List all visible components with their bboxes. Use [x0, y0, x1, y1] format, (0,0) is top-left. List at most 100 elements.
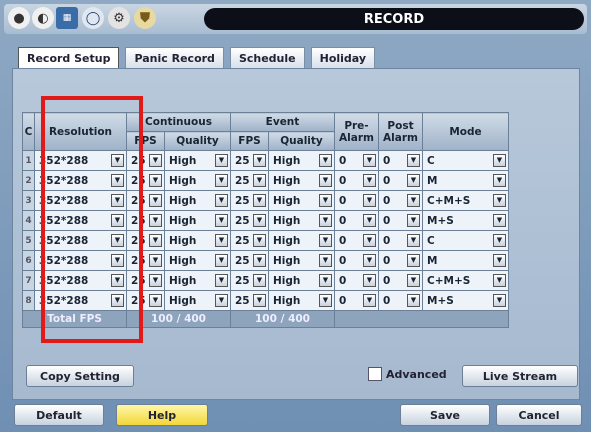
post-alarm-select-control[interactable]: 0 ▼: [379, 151, 422, 170]
mode-select[interactable]: M+S ▼: [422, 210, 509, 231]
tab-panic-record[interactable]: Panic Record: [125, 47, 224, 68]
continuous-quality-select-control[interactable]: High ▼: [165, 191, 230, 210]
continuous-fps-select[interactable]: 25 ▼: [126, 150, 165, 171]
pre-alarm-select[interactable]: 0 ▼: [334, 270, 379, 291]
mode-select[interactable]: C ▼: [422, 230, 509, 251]
event-quality-select-control[interactable]: High ▼: [269, 171, 334, 190]
resolution-select[interactable]: 352*288 ▼: [34, 150, 127, 171]
event-quality-select-control[interactable]: High ▼: [269, 291, 334, 310]
continuous-fps-select-control[interactable]: 25 ▼: [127, 171, 164, 190]
post-alarm-select[interactable]: 0 ▼: [378, 190, 423, 211]
resolution-select-control[interactable]: 352*288 ▼: [35, 231, 126, 250]
chevron-down-icon[interactable]: ▼: [407, 174, 420, 187]
mode-select[interactable]: M+S ▼: [422, 290, 509, 311]
event-fps-select[interactable]: 25 ▼: [230, 270, 269, 291]
chevron-down-icon[interactable]: ▼: [363, 294, 376, 307]
continuous-quality-select[interactable]: High ▼: [164, 170, 231, 191]
chevron-down-icon[interactable]: ▼: [319, 174, 332, 187]
post-alarm-select-control[interactable]: 0 ▼: [379, 211, 422, 230]
pre-alarm-select-control[interactable]: 0 ▼: [335, 231, 378, 250]
event-quality-select[interactable]: High ▼: [268, 150, 335, 171]
copy-setting-button[interactable]: Copy Setting: [26, 365, 134, 387]
mode-select-control[interactable]: M+S ▼: [423, 291, 508, 310]
chevron-down-icon[interactable]: ▼: [319, 234, 332, 247]
resolution-select[interactable]: 352*288 ▼: [34, 230, 127, 251]
chevron-down-icon[interactable]: ▼: [215, 254, 228, 267]
event-quality-select[interactable]: High ▼: [268, 210, 335, 231]
shield-icon[interactable]: ⛊: [134, 7, 156, 29]
chevron-down-icon[interactable]: ▼: [253, 154, 266, 167]
pre-alarm-select[interactable]: 0 ▼: [334, 250, 379, 271]
pre-alarm-select[interactable]: 0 ▼: [334, 230, 379, 251]
post-alarm-select-control[interactable]: 0 ▼: [379, 191, 422, 210]
continuous-quality-select-control[interactable]: High ▼: [165, 151, 230, 170]
event-fps-select-control[interactable]: 25 ▼: [231, 291, 268, 310]
chevron-down-icon[interactable]: ▼: [149, 294, 162, 307]
continuous-quality-select[interactable]: High ▼: [164, 210, 231, 231]
chevron-down-icon[interactable]: ▼: [215, 154, 228, 167]
event-fps-select[interactable]: 25 ▼: [230, 190, 269, 211]
chevron-down-icon[interactable]: ▼: [319, 154, 332, 167]
event-quality-select[interactable]: High ▼: [268, 170, 335, 191]
chevron-down-icon[interactable]: ▼: [363, 194, 376, 207]
event-fps-select-control[interactable]: 25 ▼: [231, 211, 268, 230]
chevron-down-icon[interactable]: ▼: [493, 294, 506, 307]
chevron-down-icon[interactable]: ▼: [493, 174, 506, 187]
chevron-down-icon[interactable]: ▼: [319, 254, 332, 267]
continuous-fps-select-control[interactable]: 25 ▼: [127, 191, 164, 210]
event-fps-select-control[interactable]: 25 ▼: [231, 171, 268, 190]
chevron-down-icon[interactable]: ▼: [319, 294, 332, 307]
continuous-fps-select-control[interactable]: 25 ▼: [127, 211, 164, 230]
chevron-down-icon[interactable]: ▼: [319, 274, 332, 287]
event-quality-select[interactable]: High ▼: [268, 230, 335, 251]
post-alarm-select-control[interactable]: 0 ▼: [379, 231, 422, 250]
mode-select-control[interactable]: M+S ▼: [423, 211, 508, 230]
event-quality-select[interactable]: High ▼: [268, 270, 335, 291]
chevron-down-icon[interactable]: ▼: [253, 194, 266, 207]
continuous-fps-select-control[interactable]: 25 ▼: [127, 151, 164, 170]
chevron-down-icon[interactable]: ▼: [407, 194, 420, 207]
continuous-quality-select-control[interactable]: High ▼: [165, 171, 230, 190]
tab-holiday[interactable]: Holiday: [310, 47, 376, 68]
resolution-select-control[interactable]: 352*288 ▼: [35, 291, 126, 310]
chevron-down-icon[interactable]: ▼: [493, 254, 506, 267]
chevron-down-icon[interactable]: ▼: [149, 254, 162, 267]
resolution-select[interactable]: 352*288 ▼: [34, 210, 127, 231]
continuous-fps-select-control[interactable]: 25 ▼: [127, 251, 164, 270]
event-fps-select-control[interactable]: 25 ▼: [231, 151, 268, 170]
chevron-down-icon[interactable]: ▼: [319, 194, 332, 207]
pre-alarm-select[interactable]: 0 ▼: [334, 150, 379, 171]
pre-alarm-select[interactable]: 0 ▼: [334, 290, 379, 311]
continuous-fps-select-control[interactable]: 25 ▼: [127, 271, 164, 290]
continuous-fps-select-control[interactable]: 25 ▼: [127, 231, 164, 250]
event-fps-select[interactable]: 25 ▼: [230, 230, 269, 251]
save-button[interactable]: Save: [400, 404, 490, 426]
chevron-down-icon[interactable]: ▼: [407, 234, 420, 247]
continuous-quality-select-control[interactable]: High ▼: [165, 211, 230, 230]
event-fps-select[interactable]: 25 ▼: [230, 250, 269, 271]
continuous-fps-select[interactable]: 25 ▼: [126, 250, 165, 271]
chevron-down-icon[interactable]: ▼: [215, 214, 228, 227]
mode-select[interactable]: M ▼: [422, 250, 509, 271]
chevron-down-icon[interactable]: ▼: [253, 214, 266, 227]
chevron-down-icon[interactable]: ▼: [493, 234, 506, 247]
chevron-down-icon[interactable]: ▼: [215, 234, 228, 247]
post-alarm-select[interactable]: 0 ▼: [378, 210, 423, 231]
toggle-icon[interactable]: ◐: [32, 7, 54, 29]
chevron-down-icon[interactable]: ▼: [363, 254, 376, 267]
event-fps-select[interactable]: 25 ▼: [230, 210, 269, 231]
chevron-down-icon[interactable]: ▼: [363, 174, 376, 187]
continuous-quality-select-control[interactable]: High ▼: [165, 231, 230, 250]
resolution-select[interactable]: 352*288 ▼: [34, 250, 127, 271]
tab-record-setup[interactable]: Record Setup: [18, 47, 120, 68]
chevron-down-icon[interactable]: ▼: [493, 214, 506, 227]
resolution-select-control[interactable]: 352*288 ▼: [35, 171, 126, 190]
pre-alarm-select-control[interactable]: 0 ▼: [335, 211, 378, 230]
chevron-down-icon[interactable]: ▼: [111, 274, 124, 287]
pre-alarm-select-control[interactable]: 0 ▼: [335, 171, 378, 190]
chevron-down-icon[interactable]: ▼: [215, 294, 228, 307]
cancel-button[interactable]: Cancel: [496, 404, 582, 426]
pre-alarm-select[interactable]: 0 ▼: [334, 190, 379, 211]
event-fps-select[interactable]: 25 ▼: [230, 150, 269, 171]
resolution-select[interactable]: 352*288 ▼: [34, 190, 127, 211]
